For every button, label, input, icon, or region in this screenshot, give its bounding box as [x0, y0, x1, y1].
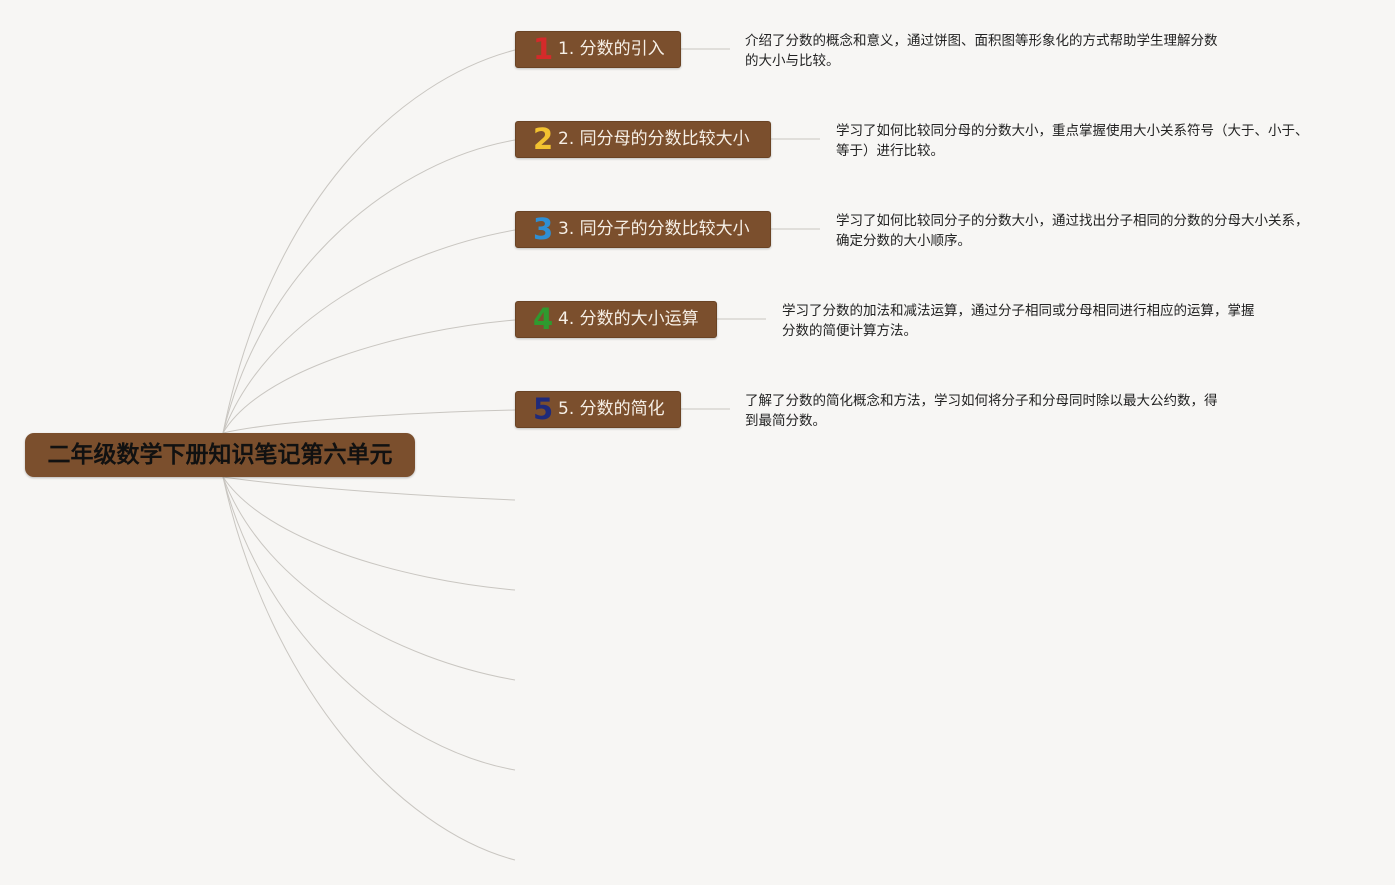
topic-description-5[interactable]: 了解了分数的简化概念和方法，学习如何将分子和分母同时除以最大公约数，得 到最简分…: [745, 391, 1218, 431]
topic-description-5-line-2: 到最简分数。: [745, 413, 826, 429]
connector-empty-4: [222, 476, 516, 771]
topic-node-2[interactable]: 2 2. 同分母的分数比较大小: [515, 121, 771, 158]
topic-description-4-line-1: 学习了分数的加法和减法运算，通过分子相同或分母相同进行相应的运算，掌握: [782, 303, 1255, 319]
connector-topic-3: [222, 229, 516, 434]
number-badge-icon-5: 5: [533, 392, 554, 426]
connector-topic-2: [222, 139, 516, 434]
topic-label-1: 1. 分数的引入: [558, 39, 665, 59]
number-badge-icon-2: 2: [533, 122, 554, 156]
connector-topic-1: [222, 49, 516, 434]
topic-description-5-line-1: 了解了分数的简化概念和方法，学习如何将分子和分母同时除以最大公约数，得: [745, 393, 1218, 409]
topic-description-3[interactable]: 学习了如何比较同分子的分数大小，通过找出分子相同的分数的分母大小关系， 确定分数…: [836, 211, 1309, 251]
topic-description-2-line-2: 等于）进行比较。: [836, 143, 944, 159]
mindmap-canvas: 二年级数学下册知识笔记第六单元 1 1. 分数的引入 介绍了分数的概念和意义，通…: [0, 0, 1395, 885]
topic-description-3-line-1: 学习了如何比较同分子的分数大小，通过找出分子相同的分数的分母大小关系，: [836, 213, 1309, 229]
root-topic-label: 二年级数学下册知识笔记第六单元: [47, 442, 393, 468]
topic-description-1[interactable]: 介绍了分数的概念和意义，通过饼图、面积图等形象化的方式帮助学生理解分数 的大小与…: [745, 31, 1218, 71]
topic-description-1-line-2: 的大小与比较。: [745, 53, 840, 69]
topic-description-1-line-1: 介绍了分数的概念和意义，通过饼图、面积图等形象化的方式帮助学生理解分数: [745, 33, 1218, 49]
topic-node-1[interactable]: 1 1. 分数的引入: [515, 31, 681, 68]
connector-empty-2: [222, 476, 516, 591]
topic-description-4[interactable]: 学习了分数的加法和减法运算，通过分子相同或分母相同进行相应的运算，掌握 分数的简…: [782, 301, 1255, 341]
topic-label-4: 4. 分数的大小运算: [558, 309, 699, 329]
number-badge-icon-4: 4: [533, 302, 554, 336]
topic-label-3: 3. 同分子的分数比较大小: [558, 219, 750, 239]
topic-description-4-line-2: 分数的简便计算方法。: [782, 323, 917, 339]
topic-description-3-line-2: 确定分数的大小顺序。: [836, 233, 971, 249]
number-badge-icon-1: 1: [533, 32, 554, 66]
topic-label-2: 2. 同分母的分数比较大小: [558, 129, 750, 149]
connector-empty-5: [222, 476, 516, 861]
number-badge-icon-3: 3: [533, 212, 554, 246]
topic-node-4[interactable]: 4 4. 分数的大小运算: [515, 301, 717, 338]
topic-node-5[interactable]: 5 5. 分数的简化: [515, 391, 681, 428]
topic-description-2[interactable]: 学习了如何比较同分母的分数大小，重点掌握使用大小关系符号（大于、小于、 等于）进…: [836, 121, 1309, 161]
connector-topic-5: [222, 409, 516, 434]
topic-description-2-line-1: 学习了如何比较同分母的分数大小，重点掌握使用大小关系符号（大于、小于、: [836, 123, 1309, 139]
connector-empty-3: [222, 476, 516, 681]
root-topic[interactable]: 二年级数学下册知识笔记第六单元: [25, 433, 415, 477]
connector-empty-1: [222, 476, 516, 501]
topic-label-5: 5. 分数的简化: [558, 399, 665, 419]
topic-node-3[interactable]: 3 3. 同分子的分数比较大小: [515, 211, 771, 248]
